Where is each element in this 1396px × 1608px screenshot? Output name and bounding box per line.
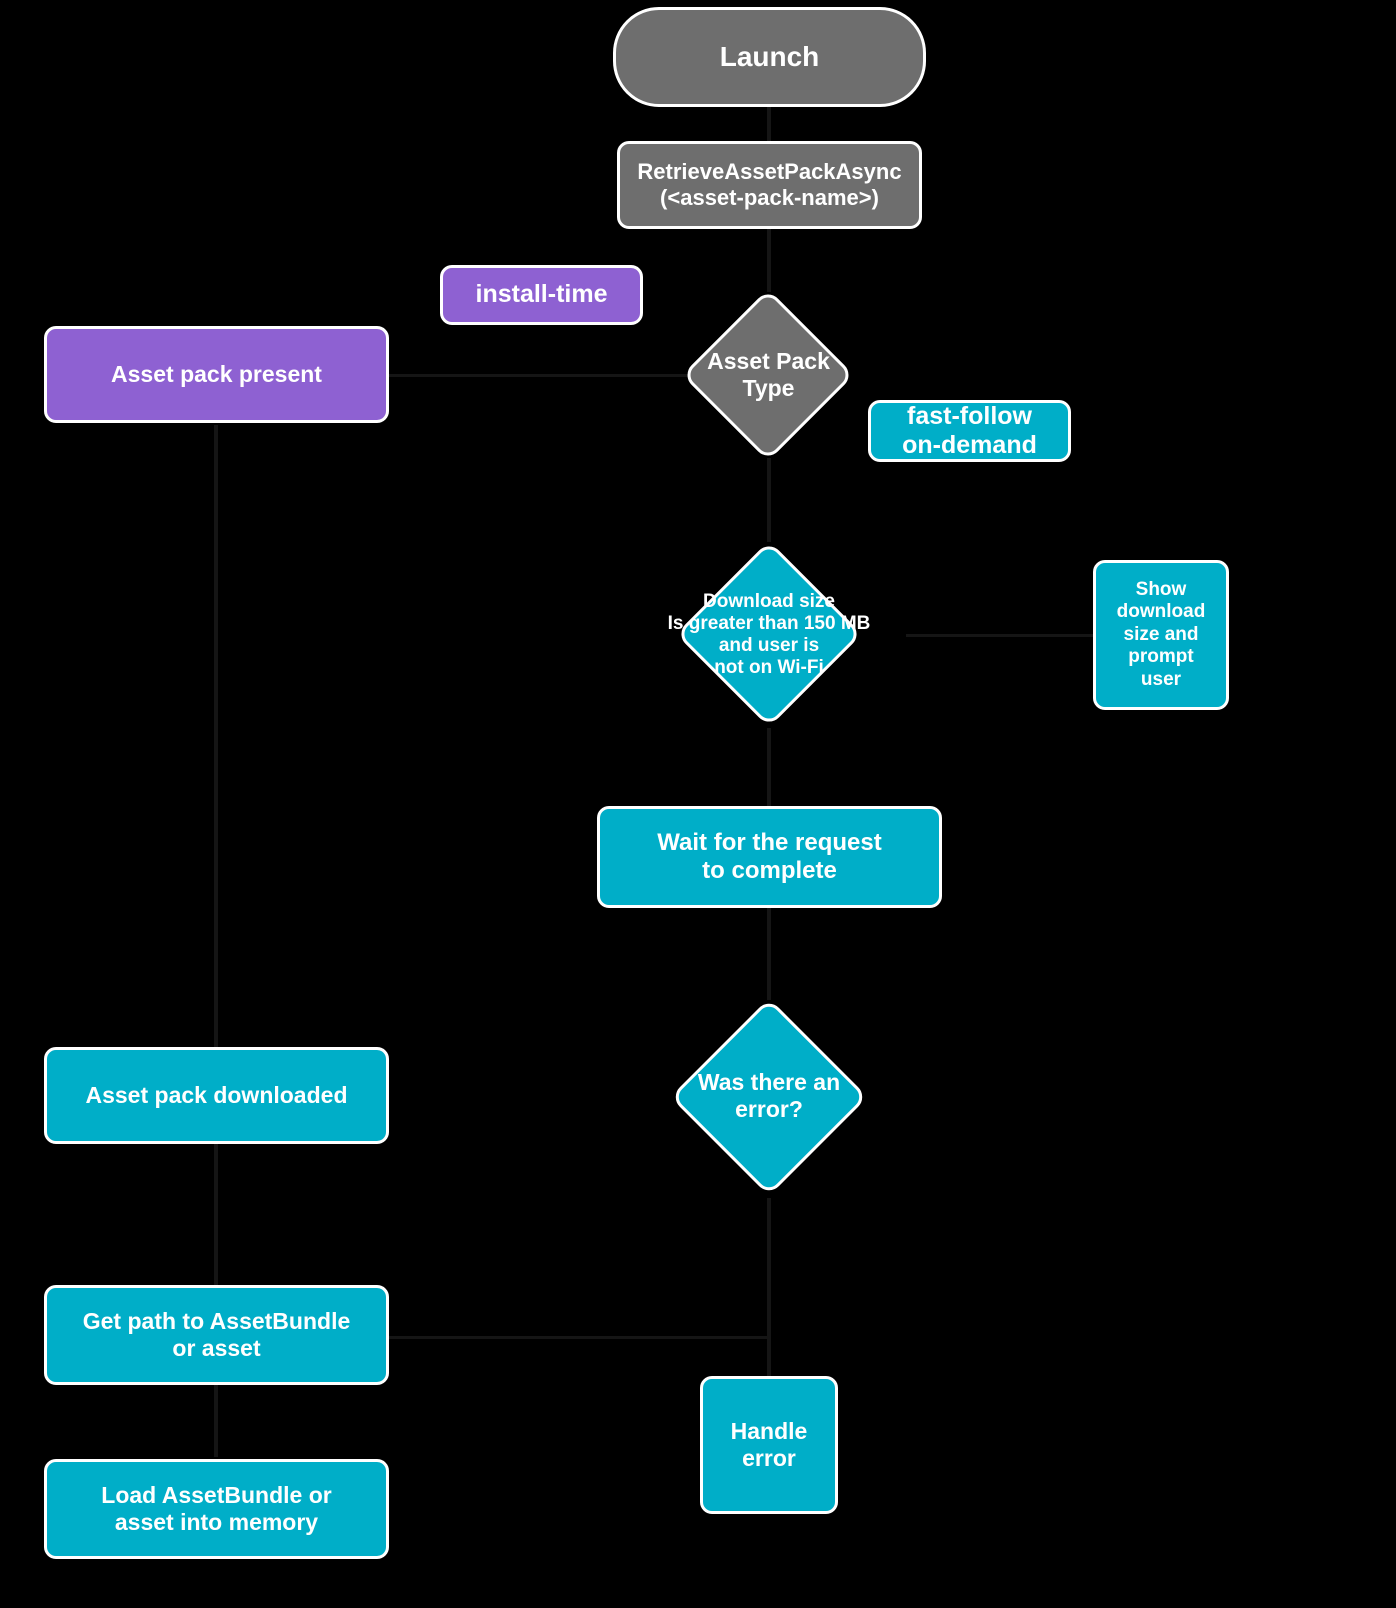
connector-launch-to-retrieve — [767, 105, 771, 142]
node-get-path[interactable]: Get path to AssetBundle or asset — [44, 1285, 389, 1385]
connector-getpath-to-load — [214, 1385, 218, 1457]
node-fast-follow-on-demand-label: fast-follow on-demand — [902, 401, 1037, 460]
node-handle-error-label: Handle error — [730, 1417, 808, 1471]
node-load-into-memory-label: Load AssetBundle or asset into memory — [101, 1481, 332, 1535]
node-install-time-label: install-time — [475, 280, 608, 309]
connector-download-size-to-prompt — [906, 634, 1094, 637]
node-asset-pack-downloaded[interactable]: Asset pack downloaded — [44, 1047, 389, 1144]
node-asset-pack-present-label: Asset pack present — [111, 360, 322, 387]
node-download-size-check[interactable] — [675, 540, 863, 728]
node-load-into-memory[interactable]: Load AssetBundle or asset into memory — [44, 1459, 389, 1559]
node-asset-pack-downloaded-label: Asset pack downloaded — [85, 1081, 348, 1108]
node-install-time[interactable]: install-time — [440, 265, 643, 325]
connector-error-to-handle-error — [767, 1198, 771, 1376]
node-handle-error[interactable]: Handle error — [700, 1376, 838, 1514]
node-asset-pack-present[interactable]: Asset pack present — [44, 326, 389, 423]
node-was-there-an-error[interactable] — [670, 998, 868, 1196]
node-asset-pack-type[interactable] — [681, 288, 855, 462]
connector-retrieve-to-type — [767, 228, 771, 292]
node-wait-for-request[interactable]: Wait for the request to complete — [597, 806, 942, 908]
node-launch-label: Launch — [719, 41, 820, 73]
node-retrieve-asset-pack-async-label: RetrieveAssetPackAsync (<asset-pack-name… — [637, 159, 902, 210]
node-wait-for-request-label: Wait for the request to complete — [657, 828, 882, 884]
node-launch[interactable]: Launch — [613, 7, 926, 107]
connector-type-to-download-size — [767, 458, 771, 542]
node-show-download-prompt[interactable]: Show download size and prompt user — [1093, 560, 1229, 710]
node-retrieve-asset-pack-async[interactable]: RetrieveAssetPackAsync (<asset-pack-name… — [617, 141, 922, 229]
node-fast-follow-on-demand[interactable]: fast-follow on-demand — [868, 400, 1071, 462]
connector-download-size-to-wait — [767, 728, 771, 808]
flowchart-canvas: Launch RetrieveAssetPackAsync (<asset-pa… — [0, 0, 1396, 1608]
node-get-path-label: Get path to AssetBundle or asset — [82, 1307, 351, 1361]
connector-downloaded-to-getpath — [214, 1146, 218, 1276]
connector-wait-to-error — [767, 908, 771, 1000]
node-show-download-prompt-label: Show download size and prompt user — [1116, 578, 1206, 690]
